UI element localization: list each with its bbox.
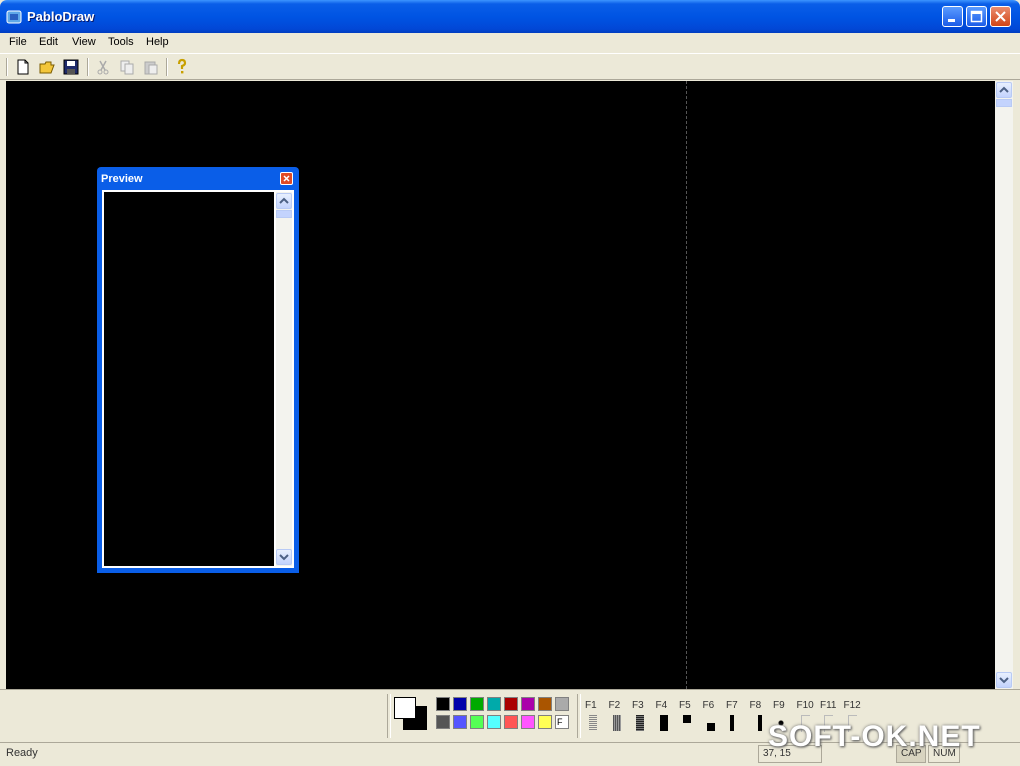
chevron-down-icon bbox=[279, 554, 289, 561]
selected-color-marker: F bbox=[557, 717, 563, 727]
new-file-icon[interactable] bbox=[14, 58, 32, 76]
foreground-color-box[interactable] bbox=[394, 697, 416, 719]
fkey-label: F12 bbox=[843, 700, 861, 711]
title-bar: PabloDraw bbox=[0, 0, 1020, 33]
status-text: Ready bbox=[6, 747, 38, 759]
close-icon bbox=[283, 175, 290, 182]
minimize-button[interactable] bbox=[942, 6, 963, 27]
scroll-up-button[interactable] bbox=[996, 82, 1012, 98]
minimize-icon bbox=[948, 19, 955, 22]
fkey-character-button[interactable] bbox=[589, 715, 597, 731]
color-swatch[interactable] bbox=[521, 697, 535, 711]
toolbar bbox=[0, 53, 1020, 80]
open-folder-icon[interactable] bbox=[38, 58, 56, 76]
cut-icon[interactable] bbox=[94, 58, 112, 76]
color-swatch[interactable] bbox=[538, 715, 552, 729]
fkey-character-button[interactable] bbox=[683, 715, 691, 731]
watermark: SOFT-OK.NET bbox=[768, 720, 981, 753]
fkey-character-button[interactable] bbox=[659, 715, 668, 731]
fkey-label: F9 bbox=[773, 700, 785, 711]
color-swatch[interactable] bbox=[453, 697, 467, 711]
preview-scroll-down[interactable] bbox=[276, 549, 292, 565]
fkey-label: F3 bbox=[632, 700, 644, 711]
color-swatch[interactable] bbox=[538, 697, 552, 711]
close-icon bbox=[995, 11, 1006, 22]
copy-icon[interactable] bbox=[118, 58, 136, 76]
color-swatch[interactable] bbox=[521, 715, 535, 729]
fkey-character-button[interactable] bbox=[706, 715, 715, 731]
color-swatch[interactable] bbox=[504, 715, 518, 729]
color-swatch[interactable] bbox=[504, 697, 518, 711]
page-width-guide bbox=[686, 81, 687, 689]
preview-content bbox=[104, 192, 274, 566]
chevron-up-icon bbox=[279, 197, 289, 204]
fkey-label: F1 bbox=[585, 700, 597, 711]
menu-bar: File Edit View Tools Help bbox=[0, 33, 1020, 53]
chevron-up-icon bbox=[999, 86, 1009, 93]
app-icon bbox=[6, 10, 22, 24]
color-swatch[interactable] bbox=[436, 715, 450, 729]
window-title: PabloDraw bbox=[27, 9, 95, 24]
fkey-label: F8 bbox=[749, 700, 762, 711]
fkey-label: F2 bbox=[608, 700, 621, 711]
color-swatch[interactable] bbox=[453, 715, 467, 729]
color-swatch[interactable] bbox=[487, 697, 501, 711]
fkey-character-button[interactable] bbox=[753, 715, 762, 731]
palette-separator bbox=[387, 694, 391, 738]
preview-close-button[interactable] bbox=[280, 172, 293, 185]
fkey-character-button[interactable] bbox=[612, 715, 621, 731]
preview-scrollbar[interactable] bbox=[276, 192, 292, 566]
vertical-scrollbar[interactable] bbox=[995, 81, 1013, 689]
save-disk-icon[interactable] bbox=[62, 58, 80, 76]
color-swatch[interactable] bbox=[436, 697, 450, 711]
scroll-down-button[interactable] bbox=[996, 672, 1012, 688]
fkey-label: F4 bbox=[655, 700, 668, 711]
preview-scroll-up[interactable] bbox=[276, 193, 292, 209]
menu-view[interactable]: View bbox=[72, 36, 96, 48]
color-swatch[interactable] bbox=[470, 697, 484, 711]
maximize-button[interactable] bbox=[966, 6, 987, 27]
fkey-character-button[interactable] bbox=[730, 715, 738, 731]
close-button[interactable] bbox=[990, 6, 1011, 27]
fkey-label: F11 bbox=[820, 700, 837, 711]
menu-help[interactable]: Help bbox=[146, 36, 169, 48]
maximize-icon bbox=[970, 10, 983, 23]
fkey-label: F6 bbox=[702, 700, 715, 711]
help-icon[interactable] bbox=[173, 58, 191, 76]
color-swatch[interactable] bbox=[487, 715, 501, 729]
toolbar-grip bbox=[6, 58, 8, 76]
menu-file[interactable]: File bbox=[9, 36, 27, 48]
preview-title: Preview bbox=[101, 173, 143, 185]
preview-body bbox=[102, 190, 294, 568]
preview-window[interactable]: Preview bbox=[97, 167, 299, 573]
paste-icon[interactable] bbox=[142, 58, 160, 76]
color-swatch[interactable]: F bbox=[555, 715, 569, 729]
fkey-character-button[interactable] bbox=[636, 715, 644, 731]
menu-tools[interactable]: Tools bbox=[108, 36, 134, 48]
toolbar-separator bbox=[166, 58, 168, 76]
fkey-label: F10 bbox=[796, 700, 814, 711]
preview-scroll-thumb[interactable] bbox=[276, 210, 292, 218]
scroll-thumb[interactable] bbox=[996, 99, 1012, 107]
menu-edit[interactable]: Edit bbox=[39, 36, 58, 48]
fkey-label: F5 bbox=[679, 700, 691, 711]
palette-separator bbox=[577, 694, 581, 738]
chevron-down-icon bbox=[999, 677, 1009, 684]
fkey-label: F7 bbox=[726, 700, 738, 711]
color-swatch[interactable] bbox=[470, 715, 484, 729]
toolbar-separator bbox=[87, 58, 89, 76]
color-swatch[interactable] bbox=[555, 697, 569, 711]
